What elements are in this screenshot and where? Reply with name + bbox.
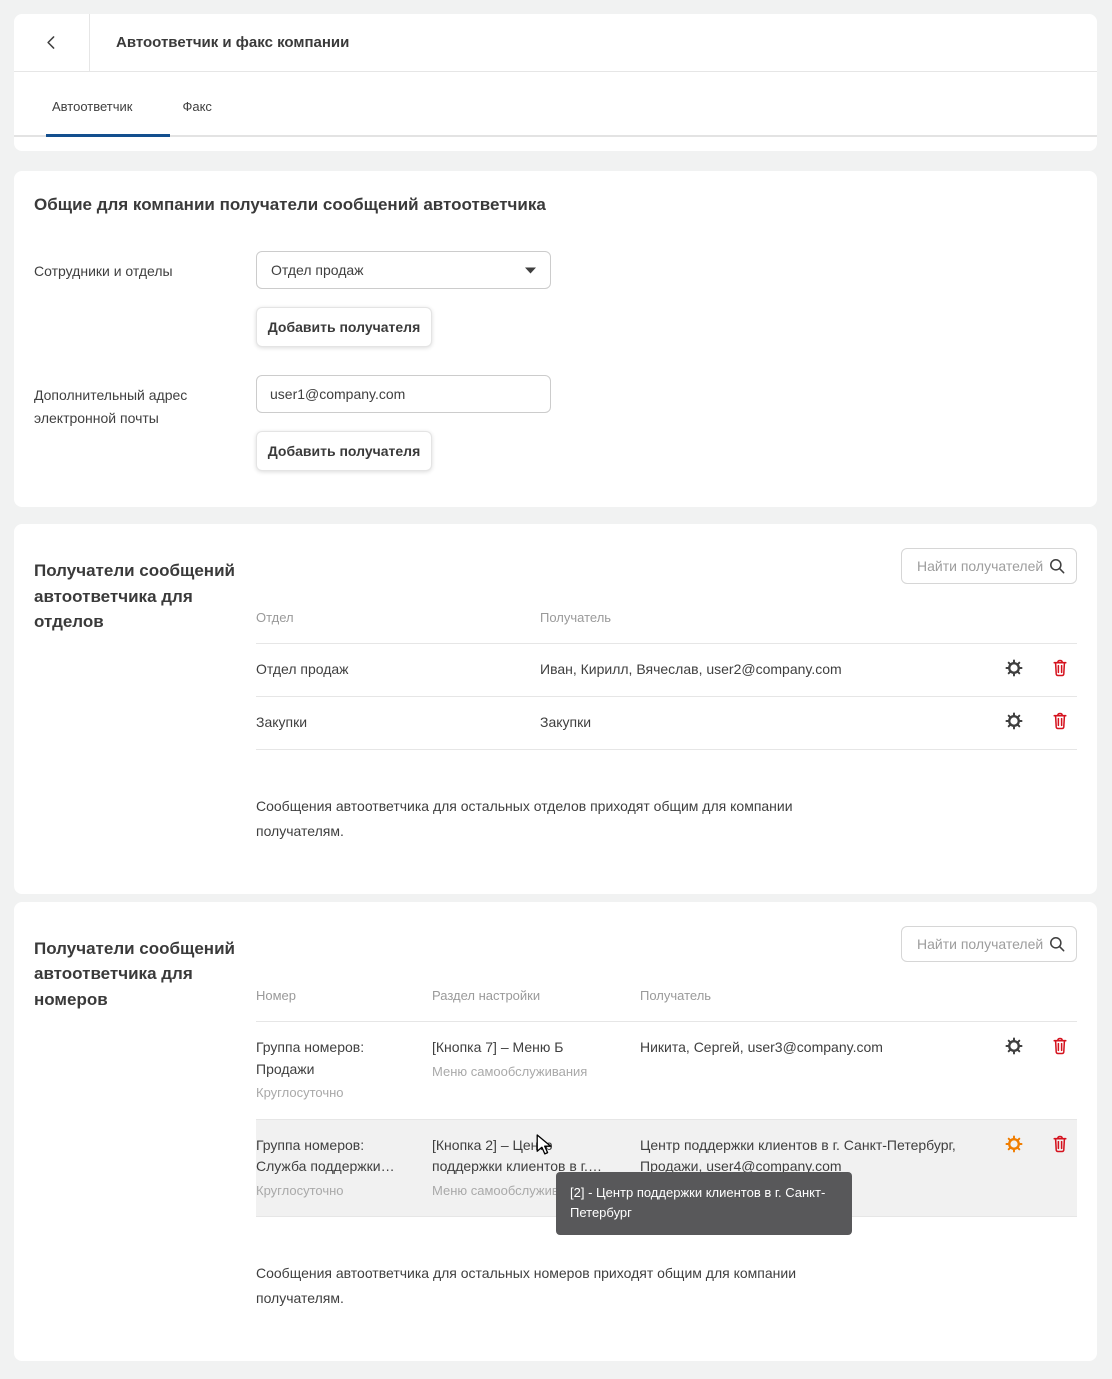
number-text: Группа номеров: Продажи	[256, 1039, 365, 1077]
tab-fax[interactable]: Факс	[178, 99, 215, 114]
settings-text: [Кнопка 7] – Меню Б	[432, 1039, 564, 1056]
settings-cell: [Кнопка 7] – Меню Б Меню самообслуживани…	[432, 1022, 640, 1119]
number-subtext: Круглосуточно	[256, 1085, 344, 1101]
departments-card: Получатели сообщений автоответчика для о…	[14, 524, 1097, 894]
section-title: Общие для компании получатели сообщений …	[34, 195, 546, 214]
trash-icon[interactable]	[1051, 659, 1069, 677]
page-title: Автоответчик и факс компании	[116, 34, 350, 51]
add-recipient-button[interactable]: Добавить получателя	[256, 307, 432, 347]
row-actions	[977, 697, 1077, 749]
departments-note: Сообщения автоответчика для остальных от…	[256, 797, 793, 839]
settings-gear-icon[interactable]	[1005, 712, 1023, 730]
caret-down-icon	[525, 267, 536, 274]
number-cell: Группа номеров: Продажи Круглосуточно	[256, 1022, 432, 1119]
trash-icon[interactable]	[1051, 1037, 1069, 1055]
number-subtext: Круглосуточно	[256, 1182, 344, 1198]
search-icon[interactable]	[1048, 935, 1066, 953]
settings-gear-icon[interactable]	[1005, 659, 1023, 677]
employees-controls: Отдел продаж Добавить получателя	[256, 251, 551, 347]
trash-icon[interactable]	[1051, 712, 1069, 730]
tooltip: [2] - Центр поддержки клиентов в г. Санк…	[556, 1171, 852, 1236]
tabs: Автоответчик Факс	[14, 72, 1097, 135]
departments-table-header: Отдел Получатель	[256, 598, 1077, 645]
number-text: Группа номеров: Служба поддержки…	[256, 1136, 395, 1175]
departments-title: Получатели сообщений автоответчика для о…	[34, 561, 235, 631]
email-label: Дополнительный адрес электронной почты	[34, 387, 188, 427]
row-actions	[977, 1120, 1077, 1217]
settings-subtext: Меню самообслуживания	[432, 1063, 588, 1079]
recipient-cell: Никита, Сергей, user3@company.com	[640, 1039, 883, 1056]
employees-select[interactable]: Отдел продаж	[256, 251, 551, 289]
numbers-search-box	[901, 925, 1077, 962]
number-cell: Группа номеров: Служба поддержки… Кругло…	[256, 1120, 432, 1217]
departments-content-col: Отдел Получатель Отдел продаж Иван, Кири…	[256, 548, 1077, 858]
page: Автоответчик и факс компании Автоответчи…	[0, 0, 1112, 1379]
tab-autoresponder[interactable]: Автоответчик	[48, 99, 136, 114]
table-row-hovered[interactable]: Группа номеров: Служба поддержки… Кругло…	[256, 1119, 1077, 1236]
numbers-content-col: Номер Раздел настройки Получатель Группа…	[256, 925, 1077, 1326]
header-card: Автоответчик и факс компании Автоответчи…	[14, 14, 1097, 151]
tab-track	[14, 134, 1097, 137]
table-row[interactable]: Группа номеров: Продажи Круглосуточно [К…	[256, 1022, 1077, 1120]
col-recipient: Получатель	[640, 987, 712, 1003]
table-row[interactable]: Закупки Закупки	[256, 697, 1077, 750]
departments-search-box	[901, 548, 1077, 584]
email-row: Дополнительный адрес электронной почты Д…	[34, 375, 1077, 471]
row-actions	[977, 1022, 1077, 1119]
numbers-heading-col: Получатели сообщений автоответчика для н…	[34, 926, 256, 1326]
settings-gear-icon-active[interactable]	[1005, 1135, 1023, 1153]
numbers-note: Сообщения автоответчика для остальных но…	[256, 1265, 797, 1307]
search-icon[interactable]	[1048, 557, 1066, 575]
recipient-cell: Иван, Кирилл, Вячеслав, user2@company.co…	[540, 661, 842, 678]
row-actions	[977, 644, 1077, 696]
add-email-recipient-button[interactable]: Добавить получателя	[256, 431, 432, 471]
numbers-table-header: Номер Раздел настройки Получатель	[256, 976, 1077, 1023]
active-tab-indicator	[46, 134, 170, 137]
table-row[interactable]: Отдел продаж Иван, Кирилл, Вячеслав, use…	[256, 644, 1077, 697]
recipient-cell: Закупки	[540, 713, 592, 730]
numbers-card: Получатели сообщений автоответчика для н…	[14, 901, 1097, 1362]
back-button[interactable]	[14, 14, 90, 71]
col-settings: Раздел настройки	[432, 987, 541, 1003]
header-bar: Автоответчик и факс компании	[14, 14, 1097, 72]
departments-heading-col: Получатели сообщений автоответчика для о…	[34, 548, 256, 858]
employees-select-value: Отдел продаж	[271, 262, 364, 278]
col-number: Номер	[256, 987, 297, 1003]
trash-icon[interactable]	[1051, 1135, 1069, 1153]
col-recipient: Получатель	[540, 610, 612, 625]
department-cell: Закупки	[256, 713, 308, 730]
general-recipients-card: Общие для компании получатели сообщений …	[14, 171, 1097, 507]
employees-row: Сотрудники и отделы Отдел продаж Добавит…	[34, 251, 1077, 347]
employees-label: Сотрудники и отделы	[34, 263, 173, 279]
email-field[interactable]	[256, 375, 551, 413]
department-cell: Отдел продаж	[256, 661, 349, 678]
col-department: Отдел	[256, 610, 294, 625]
email-controls: Добавить получателя	[256, 375, 551, 471]
numbers-title: Получатели сообщений автоответчика для н…	[34, 938, 235, 1009]
settings-gear-icon[interactable]	[1005, 1037, 1023, 1055]
chevron-left-icon	[43, 34, 60, 51]
departments-search-input[interactable]	[915, 557, 1048, 575]
numbers-search-input[interactable]	[915, 934, 1048, 953]
